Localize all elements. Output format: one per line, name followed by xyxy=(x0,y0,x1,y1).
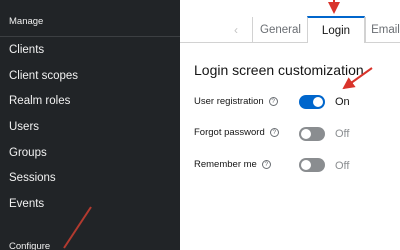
help-icon[interactable]: ? xyxy=(261,160,271,169)
sidebar-item-realm-roles[interactable]: Realm roles xyxy=(9,95,70,107)
setting-label-text: Remember me xyxy=(194,159,257,170)
tab-bar: ‹ General Login Email xyxy=(180,0,400,43)
setting-label-forgot-password: Forgot password? xyxy=(194,127,279,138)
section-title: Login screen customization xyxy=(194,62,364,78)
remember-me-state: Off xyxy=(335,160,350,172)
setting-label-user-registration: User registration? xyxy=(194,96,278,107)
nav-group-configure: Configure xyxy=(9,241,51,250)
sidebar-item-users[interactable]: Users xyxy=(9,121,39,133)
chevron-left-icon: ‹ xyxy=(234,23,238,37)
tab-scroll-left-button[interactable]: ‹ xyxy=(220,17,252,43)
user-registration-state: On xyxy=(335,96,350,108)
sidebar-item-groups[interactable]: Groups xyxy=(9,147,47,159)
user-registration-switch[interactable] xyxy=(299,95,325,109)
help-icon[interactable]: ? xyxy=(269,128,279,137)
switch-knob xyxy=(301,160,311,170)
tab-login[interactable]: Login xyxy=(307,16,365,43)
sidebar-item-client-scopes[interactable]: Client scopes xyxy=(9,70,78,82)
setting-label-remember-me: Remember me? xyxy=(194,159,271,170)
setting-label-text: User registration xyxy=(194,96,264,107)
sidebar-item-clients[interactable]: Clients xyxy=(9,44,44,56)
tab-email[interactable]: Email xyxy=(365,17,400,43)
tab-general[interactable]: General xyxy=(252,17,308,43)
sidebar-item-events[interactable]: Events xyxy=(9,198,44,210)
sidebar-item-sessions[interactable]: Sessions xyxy=(9,172,56,184)
help-icon[interactable]: ? xyxy=(268,97,278,106)
forgot-password-switch[interactable] xyxy=(299,127,325,141)
switch-knob xyxy=(301,129,311,139)
remember-me-switch[interactable] xyxy=(299,158,325,172)
setting-label-text: Forgot password xyxy=(194,127,265,138)
sidebar-divider xyxy=(0,36,180,37)
forgot-password-state: Off xyxy=(335,128,350,140)
realm-settings-main: ‹ General Login Email Login screen custo… xyxy=(180,0,400,250)
sidebar: Manage Clients Client scopes Realm roles… xyxy=(0,0,180,250)
nav-group-manage: Manage xyxy=(9,16,44,27)
switch-knob xyxy=(313,97,323,107)
